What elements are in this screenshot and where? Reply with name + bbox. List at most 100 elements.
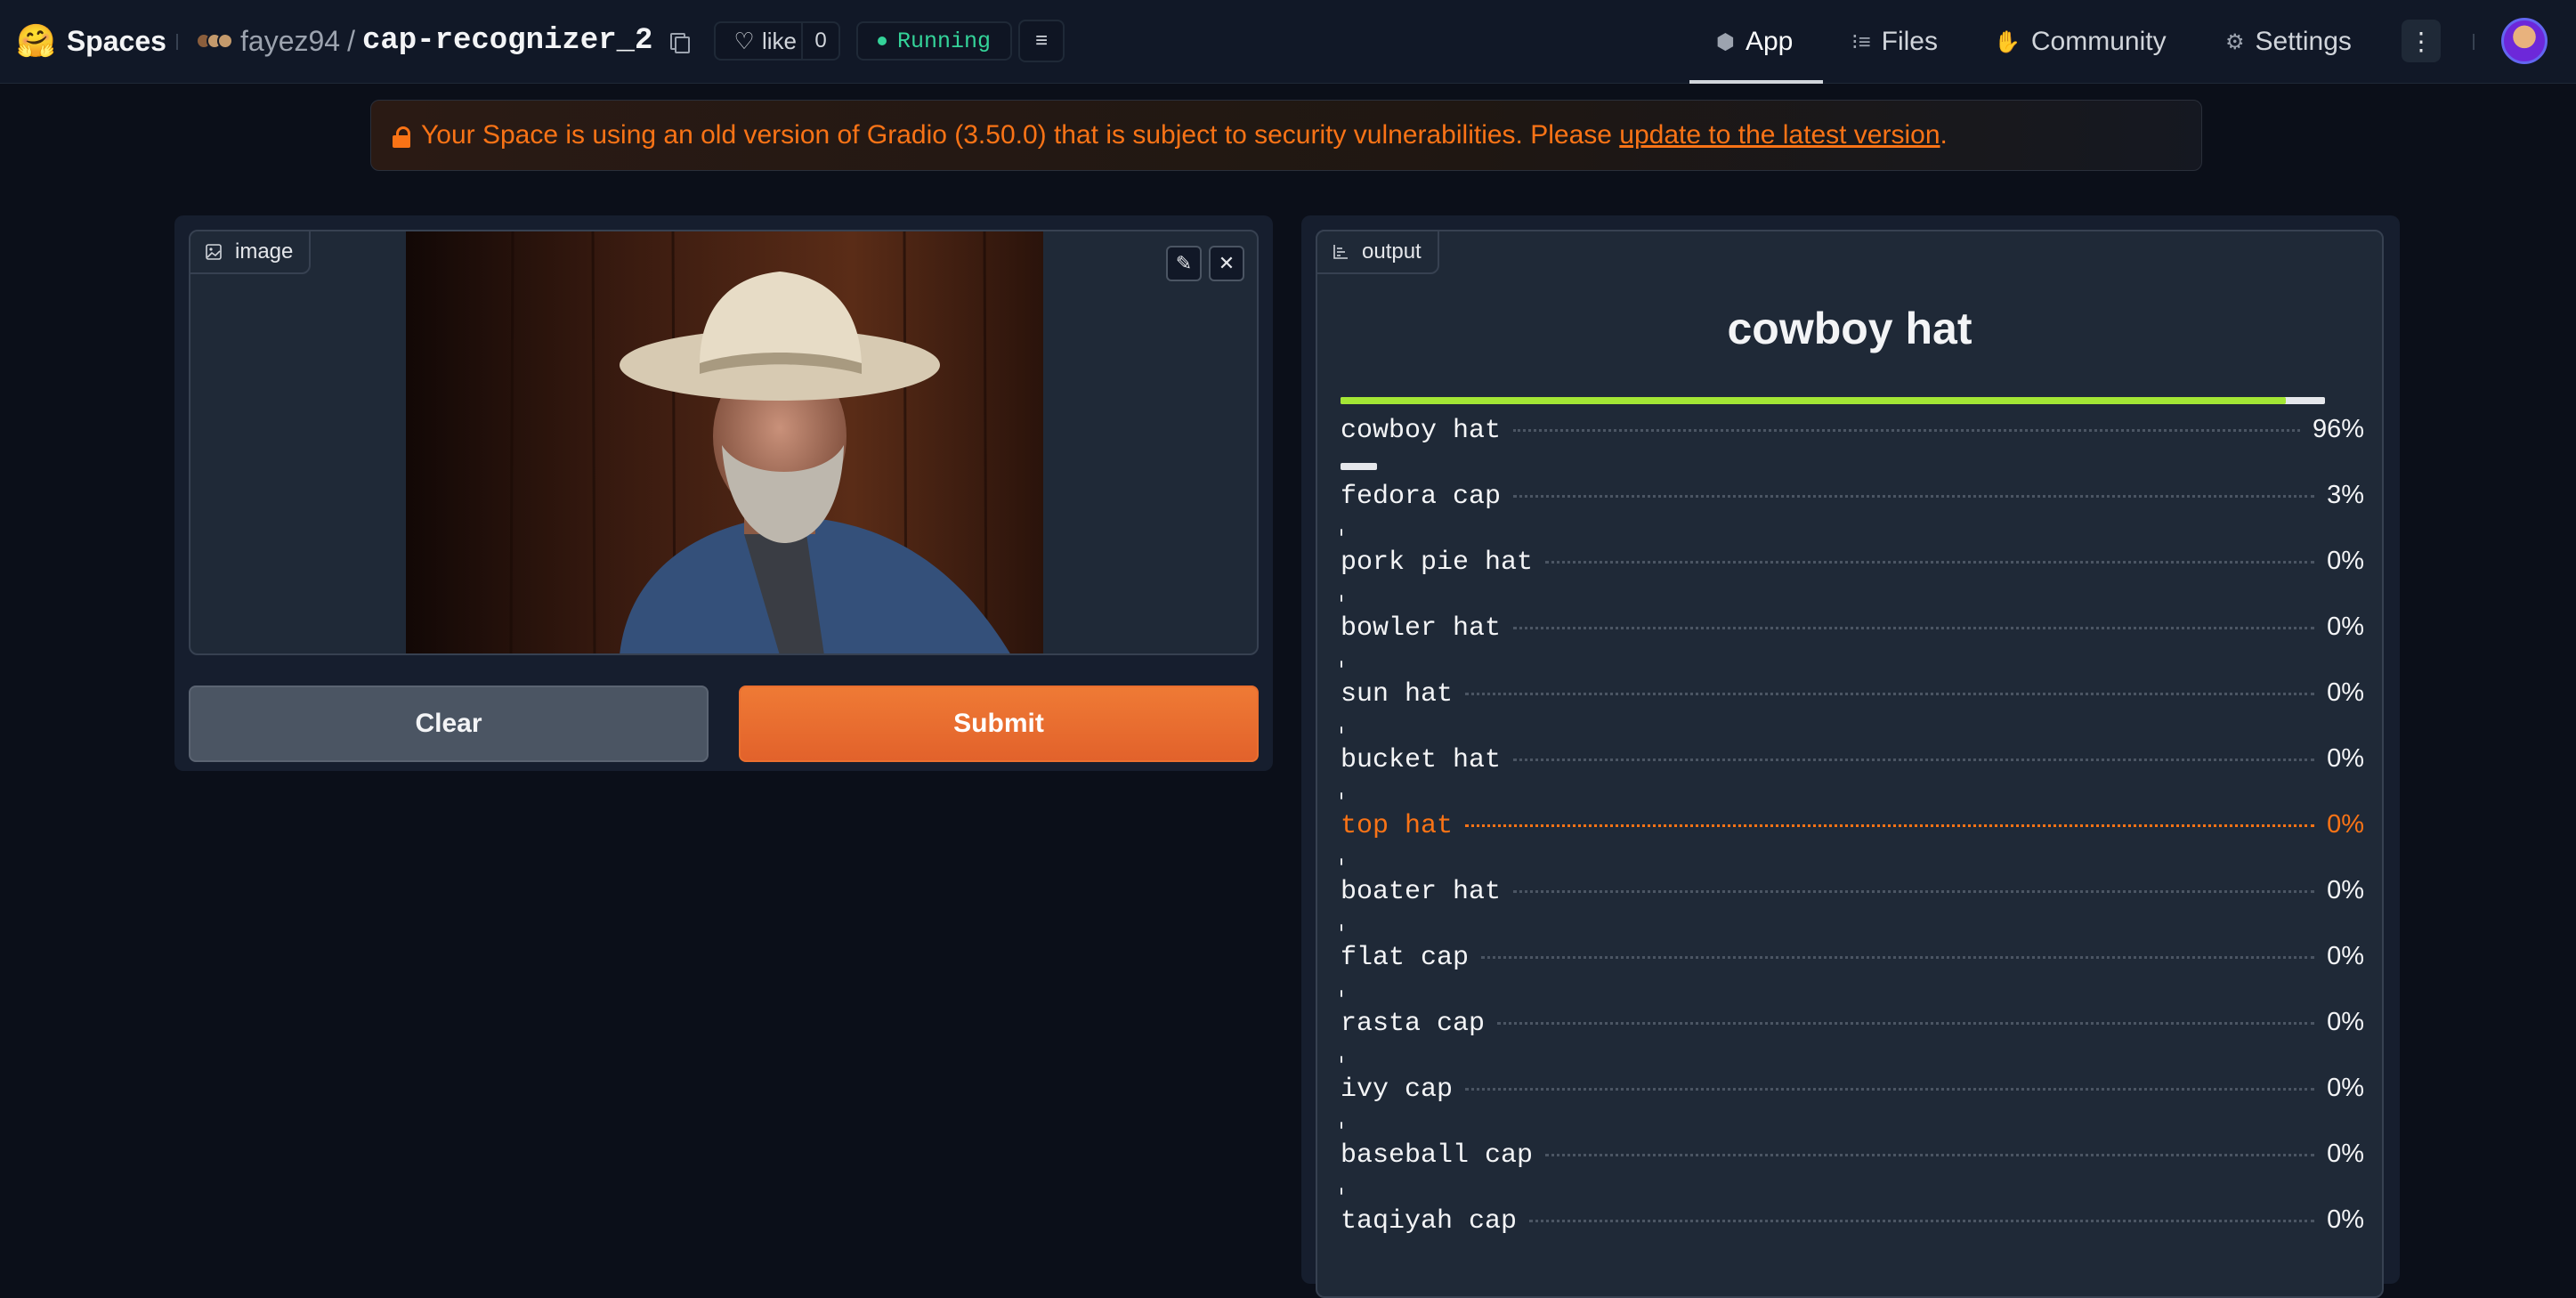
tab-settings[interactable]: ⚙ Settings: [2225, 0, 2352, 84]
class-label: bucket hat: [1341, 745, 1502, 775]
class-percentage: 0%: [2327, 744, 2364, 773]
confidence-row[interactable]: fedora cap 3%: [1341, 463, 2364, 529]
leader-dots: [1513, 759, 2315, 761]
class-percentage: 3%: [2327, 481, 2364, 509]
leader-dots: [1545, 1154, 2315, 1156]
more-vertical-icon: ⋮: [2409, 27, 2434, 55]
space-status-badge[interactable]: Running: [856, 21, 1013, 61]
tab-files[interactable]: ⁝≡ Files: [1851, 0, 1938, 84]
class-percentage: 0%: [2327, 547, 2364, 575]
community-icon: ✋: [1994, 29, 2021, 54]
confidence-line: ivy cap 0%: [1341, 1074, 2364, 1105]
class-percentage: 0%: [2327, 1074, 2364, 1102]
class-label: cowboy hat: [1341, 416, 1502, 446]
leader-dots: [1465, 693, 2315, 695]
pencil-icon: ✎: [1175, 252, 1193, 274]
tab-community-label: Community: [2030, 27, 2167, 56]
submit-button[interactable]: Submit: [739, 686, 1259, 762]
confidence-row[interactable]: flat cap 0%: [1341, 924, 2364, 990]
gear-icon: ⚙: [2225, 29, 2245, 54]
copy-icon[interactable]: [668, 31, 691, 53]
header-divider: [176, 34, 178, 50]
confidence-row[interactable]: taqiyah cap 0%: [1341, 1188, 2364, 1253]
image-input[interactable]: image ✎ ✕: [189, 230, 1259, 655]
cube-icon: ⬢: [1716, 29, 1735, 54]
leader-dots: [1481, 956, 2315, 959]
tab-community[interactable]: ✋ Community: [1994, 0, 2167, 84]
leader-dots: [1497, 1022, 2315, 1025]
confidence-line: bowler hat 0%: [1341, 612, 2364, 644]
confidence-row[interactable]: bowler hat 0%: [1341, 595, 2364, 661]
clear-image-button[interactable]: ✕: [1209, 246, 1244, 281]
status-text: Running: [897, 28, 992, 54]
like-label: like: [762, 27, 798, 54]
confidence-bar: [1341, 726, 1342, 734]
confidence-line: taqiyah cap 0%: [1341, 1205, 2364, 1237]
gradio-version-warning: Your Space is using an old version of Gr…: [370, 100, 2202, 171]
more-options-button[interactable]: ⋮: [2402, 20, 2441, 62]
class-percentage: 0%: [2327, 942, 2364, 970]
confidence-row[interactable]: boater hat 0%: [1341, 858, 2364, 924]
confidence-row[interactable]: top hat 0%: [1341, 792, 2364, 858]
tab-files-label: Files: [1881, 27, 1938, 56]
tab-app[interactable]: ⬢ App: [1689, 0, 1824, 84]
output-panel: output cowboy hat cowboy hat 96% fedora ca…: [1301, 215, 2400, 1298]
class-percentage: 0%: [2327, 1008, 2364, 1036]
warning-text: Your Space is using an old version of Gr…: [421, 120, 1620, 150]
class-label: boater hat: [1341, 877, 1502, 907]
status-dot-icon: [878, 37, 887, 45]
tab-app-label: App: [1745, 27, 1794, 56]
confidence-line: top hat 0%: [1341, 810, 2364, 841]
confidence-bar: [1341, 463, 1378, 470]
confidence-row[interactable]: rasta cap 0%: [1341, 990, 2364, 1056]
confidence-line: boater hat 0%: [1341, 876, 2364, 907]
class-label: bowler hat: [1341, 613, 1502, 644]
hugging-face-logo-icon: 🤗: [16, 22, 56, 59]
image-label: image: [235, 239, 294, 264]
confidence-row[interactable]: cowboy hat 96%: [1341, 397, 2364, 463]
leader-dots: [1545, 561, 2315, 564]
class-percentage: 0%: [2327, 1140, 2364, 1168]
confidence-row[interactable]: bucket hat 0%: [1341, 726, 2364, 792]
logs-button[interactable]: ≡: [1018, 20, 1065, 62]
class-percentage: 0%: [2327, 876, 2364, 905]
confidence-bar: [1341, 661, 1342, 668]
owner-avatar-icon: [196, 33, 233, 49]
clear-button[interactable]: Clear: [189, 686, 709, 762]
leader-dots: [1513, 627, 2315, 629]
heart-icon: ♡: [733, 27, 755, 54]
leader-dots: [1513, 890, 2315, 893]
leader-dots: [1513, 429, 2300, 432]
confidence-bar: [1341, 924, 1342, 931]
class-percentage: 0%: [2327, 678, 2364, 707]
class-percentage: 0%: [2327, 612, 2364, 641]
confidence-row[interactable]: sun hat 0%: [1341, 661, 2364, 726]
spaces-brand-label: Spaces: [66, 24, 166, 57]
owner-link[interactable]: fayez94: [240, 25, 340, 58]
confidence-line: flat cap 0%: [1341, 942, 2364, 973]
leader-dots: [1513, 495, 2315, 498]
confidence-row[interactable]: ivy cap 0%: [1341, 1056, 2364, 1122]
top-navbar: 🤗 Spaces fayez94 / cap-recognizer_2 ♡ li…: [0, 0, 2576, 84]
class-label: rasta cap: [1341, 1009, 1486, 1039]
confidence-line: pork pie hat 0%: [1341, 547, 2364, 578]
edit-image-button[interactable]: ✎: [1166, 246, 1202, 281]
confidence-bar: [1341, 858, 1342, 865]
user-avatar[interactable]: [2501, 18, 2548, 64]
class-percentage: 0%: [2327, 1205, 2364, 1234]
tab-settings-label: Settings: [2255, 27, 2352, 56]
confidence-row[interactable]: pork pie hat 0%: [1341, 529, 2364, 595]
confidence-row[interactable]: baseball cap 0%: [1341, 1122, 2364, 1188]
cowboy-photo-image: [406, 231, 1043, 653]
leader-dots: [1465, 824, 2315, 827]
update-gradio-link[interactable]: update to the latest version: [1619, 120, 1940, 150]
space-name-link[interactable]: cap-recognizer_2: [362, 24, 652, 58]
leader-dots: [1465, 1088, 2315, 1091]
header-divider: [2473, 34, 2475, 50]
like-button[interactable]: ♡ like 0: [714, 21, 840, 61]
close-icon: ✕: [1218, 252, 1235, 274]
logs-icon: ≡: [1034, 28, 1048, 53]
class-label: fedora cap: [1341, 482, 1502, 512]
class-label: flat cap: [1341, 943, 1470, 973]
spaces-logo-link[interactable]: 🤗 Spaces: [16, 21, 166, 61]
